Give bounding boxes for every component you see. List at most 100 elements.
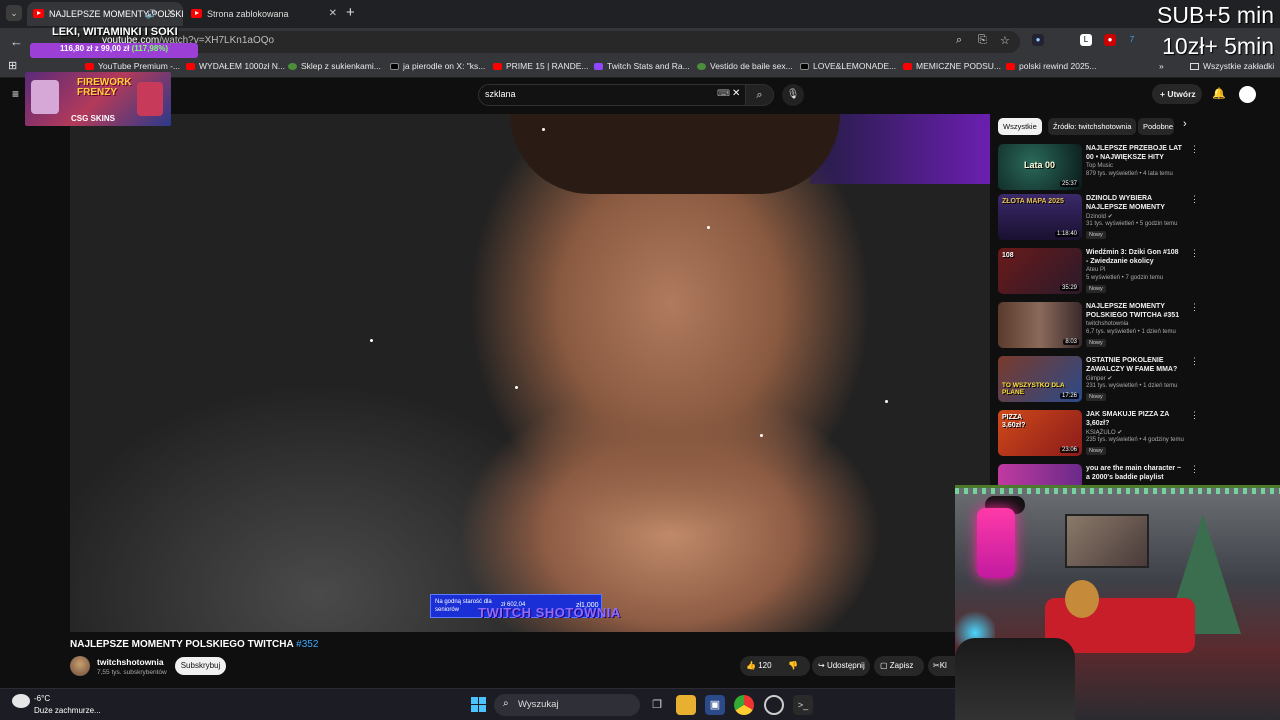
- recommendation-item[interactable]: ZŁOTA MAPA 2025 1:18:40 DZINOLD WYBIERA …: [998, 194, 1268, 244]
- clip-button[interactable]: ✂Kl: [928, 656, 955, 676]
- keyboard-icon[interactable]: ⌨: [717, 88, 730, 99]
- recommendation-item[interactable]: 8:03 NAJLEPSZE MOMENTY POLSKIEGO TWITCHA…: [998, 302, 1268, 352]
- video-title[interactable]: NAJLEPSZE PRZEBOJE LAT 00 • NAJWIĘKSZE H…: [1086, 144, 1182, 162]
- like-button[interactable]: 👍 120: [746, 656, 772, 676]
- task-view-icon[interactable]: ❐: [647, 695, 667, 715]
- recommendation-item[interactable]: PIZZA 3,60zł? 23:06 JAK SMAKUJE PIZZA ZA…: [998, 410, 1268, 460]
- video-thumbnail[interactable]: 8:03: [998, 302, 1082, 348]
- channel-name[interactable]: Gimper ✔: [1086, 375, 1112, 382]
- bookmark-item[interactable]: polski rewind 2025...: [1006, 61, 1097, 71]
- video-thumbnail[interactable]: [998, 464, 1082, 486]
- channel-name[interactable]: twitchshotownia: [97, 657, 164, 667]
- apps-grid-icon[interactable]: ⊞: [8, 59, 17, 72]
- video-player[interactable]: Na godną starość dla seniorów zł 602,04 …: [70, 114, 990, 632]
- account-avatar[interactable]: [1239, 86, 1256, 103]
- search-button[interactable]: ⌕: [746, 84, 774, 106]
- extension-icon[interactable]: ●: [1032, 34, 1044, 46]
- taskbar-search[interactable]: ⌕ Wyszukaj: [494, 694, 640, 716]
- channel-name[interactable]: twitchshotownia: [1086, 321, 1128, 327]
- extension-icon[interactable]: 7: [1126, 34, 1138, 46]
- save-button[interactable]: ▢ Zapisz: [874, 656, 924, 676]
- channel-name[interactable]: KSIĄŻULO ✔: [1086, 429, 1122, 436]
- all-bookmarks-folder[interactable]: Wszystkie zakładki: [1190, 61, 1274, 71]
- weather-description[interactable]: Duże zachmurze...: [34, 706, 101, 715]
- video-title[interactable]: you are the main character ~ a 2000's ba…: [1086, 464, 1182, 482]
- weather-cloud-icon[interactable]: [12, 694, 30, 708]
- back-arrow-icon[interactable]: ←: [10, 34, 23, 50]
- tab-search-button[interactable]: ⌄: [6, 5, 22, 21]
- create-button[interactable]: + Utwórz: [1152, 84, 1202, 104]
- cast-icon[interactable]: ⎘: [978, 34, 987, 47]
- video-title[interactable]: OSTATNIE POKOLENIE ZAWALCZY W FAME MMA? …: [1086, 356, 1182, 374]
- app-icon[interactable]: [764, 695, 784, 715]
- chip-source[interactable]: Źródło: twitchshotownia: [1048, 118, 1137, 135]
- bookmark-item[interactable]: Twitch Stats and Ra...: [594, 61, 690, 71]
- video-thumbnail[interactable]: ZŁOTA MAPA 2025 1:18:40: [998, 194, 1082, 240]
- zoom-icon[interactable]: ⌕: [956, 34, 962, 47]
- tab-blocked[interactable]: Strona zablokowana ✕: [185, 2, 345, 26]
- microphone-icon[interactable]: 🎙: [782, 84, 804, 106]
- speaker-icon[interactable]: 🔊: [146, 2, 157, 26]
- more-options-icon[interactable]: ⋮: [1190, 356, 1199, 367]
- donation-goal-overlay: LEKI, WITAMINKI I SOKI 116,80 zł z 99,00…: [26, 26, 198, 60]
- chevron-right-icon[interactable]: ›: [1183, 118, 1187, 130]
- bookmark-item[interactable]: MEMICZNE PODSU...: [903, 61, 1001, 71]
- channel-name[interactable]: Dzinold ✔: [1086, 213, 1113, 220]
- bookmark-item[interactable]: LOVE&LEMONADE...: [800, 61, 896, 71]
- notifications-bell-icon[interactable]: 🔔: [1212, 87, 1226, 100]
- youtube-icon: [1006, 63, 1015, 70]
- video-title[interactable]: DZINOLD WYBIERA NAJLEPSZE MOMENTY POLSKI…: [1086, 194, 1182, 212]
- video-thumbnail[interactable]: PIZZA 3,60zł? 23:06: [998, 410, 1082, 456]
- bookmark-item[interactable]: Vestido de baile sex...: [697, 61, 793, 71]
- weather-temperature[interactable]: -6°C: [34, 694, 50, 703]
- video-title[interactable]: Wiedźmin 3: Dziki Gon #108 - Zwiedzanie …: [1086, 248, 1182, 266]
- bookmark-item[interactable]: WYDAŁEM 1000zł N...: [186, 61, 285, 71]
- chip-all[interactable]: Wszystkie: [998, 118, 1042, 135]
- video-title[interactable]: JAK SMAKUJE PIZZA ZA 3,60zł?: [1086, 410, 1182, 428]
- tab-youtube[interactable]: NAJLEPSZE MOMENTY POLSKIEGO TWITCHA #352…: [27, 2, 183, 26]
- file-explorer-icon[interactable]: [676, 695, 696, 715]
- dislike-button[interactable]: 👎: [788, 656, 798, 676]
- bookmark-item[interactable]: ja pierodle on X: "ks...: [390, 61, 485, 71]
- bookmark-item[interactable]: Sklep z sukienkami...: [288, 61, 381, 71]
- subscribe-button[interactable]: Subskrybuj: [175, 657, 226, 675]
- more-options-icon[interactable]: ⋮: [1190, 410, 1199, 421]
- channel-avatar[interactable]: [70, 656, 90, 676]
- terminal-icon[interactable]: >_: [793, 695, 813, 715]
- video-thumbnail[interactable]: TO WSZYSTKO DLA PLANE 17:26: [998, 356, 1082, 402]
- clear-search-icon[interactable]: ✕: [732, 88, 740, 99]
- chip-related[interactable]: Podobne: [1138, 118, 1174, 135]
- video-thumbnail[interactable]: Lata 00 25:37: [998, 144, 1082, 190]
- search-input[interactable]: szklana ⌨ ✕: [478, 84, 746, 106]
- extension-icon[interactable]: ●: [1104, 34, 1116, 46]
- promo-title: FIREWORK FRENZY: [77, 77, 132, 98]
- more-options-icon[interactable]: ⋮: [1190, 464, 1199, 475]
- close-tab-icon[interactable]: ✕: [329, 2, 337, 26]
- chrome-icon[interactable]: [734, 695, 754, 715]
- bookmark-item[interactable]: PRIME 15 | RANDE...: [493, 61, 589, 71]
- extension-icon[interactable]: L: [1080, 34, 1092, 46]
- channel-name[interactable]: Ateu Pl: [1086, 267, 1105, 273]
- recommendation-item[interactable]: 108 35:29 Wiedźmin 3: Dziki Gon #108 - Z…: [998, 248, 1268, 298]
- bookmark-item[interactable]: YouTube Premium -...: [85, 61, 180, 71]
- video-thumbnail[interactable]: 108 35:29: [998, 248, 1082, 294]
- bookmark-star-icon[interactable]: ☆: [1000, 34, 1010, 47]
- bookmarks-overflow-icon[interactable]: »: [1159, 61, 1164, 71]
- channel-name[interactable]: Top Music: [1086, 163, 1113, 169]
- menu-icon[interactable]: ≡: [12, 87, 19, 101]
- more-options-icon[interactable]: ⋮: [1190, 194, 1199, 205]
- recommendation-item[interactable]: Lata 00 25:37 NAJLEPSZE PRZEBOJE LAT 00 …: [998, 144, 1268, 194]
- recommendation-item[interactable]: you are the main character ~ a 2000's ba…: [998, 464, 1268, 486]
- new-tab-plus-icon[interactable]: +: [346, 4, 355, 22]
- store-icon[interactable]: ▣: [705, 695, 725, 715]
- recommendation-item[interactable]: TO WSZYSTKO DLA PLANE 17:26 OSTATNIE POK…: [998, 356, 1268, 406]
- video-hashtag[interactable]: #352: [296, 639, 318, 650]
- share-button[interactable]: ↪ Udostępnij: [812, 656, 870, 676]
- video-title[interactable]: NAJLEPSZE MOMENTY POLSKIEGO TWITCHA #351: [1086, 302, 1182, 320]
- more-options-icon[interactable]: ⋮: [1190, 144, 1199, 155]
- close-tab-icon[interactable]: ✕: [167, 2, 175, 26]
- windows-start-icon[interactable]: [471, 697, 487, 713]
- more-options-icon[interactable]: ⋮: [1190, 248, 1199, 259]
- more-options-icon[interactable]: ⋮: [1190, 302, 1199, 313]
- address-bar[interactable]: youtube.com/watch?v=XH7LKn1aOQo ⌕ ⎘ ☆: [60, 31, 1020, 53]
